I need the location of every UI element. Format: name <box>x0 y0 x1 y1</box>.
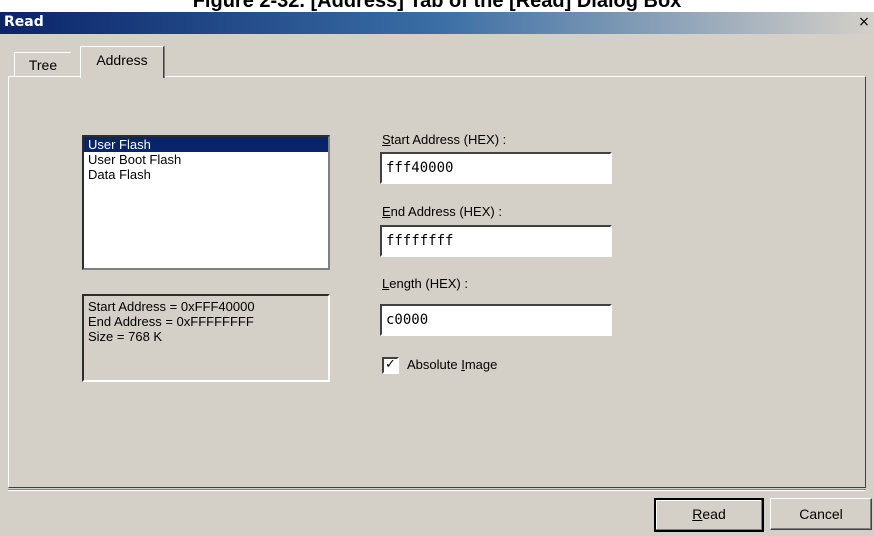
read-dialog: Tree Address User Flash User Boot Flash … <box>0 34 874 536</box>
length-label-text: ength (HEX) : <box>389 276 468 291</box>
absolute-image-option[interactable]: ✓ Absolute Image <box>382 356 498 375</box>
checkmark-icon: ✓ <box>385 357 396 373</box>
start-address-label-text: tart Address (HEX) : <box>390 132 507 147</box>
start-address-label: Start Address (HEX) : <box>382 132 506 147</box>
info-end-address: End Address = 0xFFFFFFFF <box>88 314 254 329</box>
list-item-user-flash[interactable]: User Flash <box>84 137 328 152</box>
read-button-label: ead <box>702 506 726 522</box>
title-bar: Read × <box>0 12 874 34</box>
area-info-box: Start Address = 0xFFF40000 End Address =… <box>82 294 330 382</box>
cancel-button[interactable]: Cancel <box>770 498 872 530</box>
end-address-label-text: nd Address (HEX) : <box>390 204 502 219</box>
list-item-data-flash[interactable]: Data Flash <box>84 167 328 182</box>
end-address-field[interactable]: ffffffff <box>380 225 612 257</box>
absolute-image-label-prefix: Absolute <box>407 357 462 372</box>
close-icon[interactable]: × <box>856 14 872 30</box>
read-button[interactable]: Read <box>654 498 764 532</box>
tab-tree[interactable]: Tree <box>14 52 71 77</box>
read-button-key: R <box>692 506 703 522</box>
button-divider <box>8 489 866 491</box>
absolute-image-label-rest: mage <box>464 357 498 372</box>
start-address-label-key: S <box>382 132 391 147</box>
figure-caption: Figure 2-32. [Address] Tab of the [Read]… <box>192 0 682 12</box>
end-address-label: End Address (HEX) : <box>382 204 502 219</box>
window-title: Read <box>4 14 44 30</box>
length-field[interactable]: c0000 <box>380 304 612 336</box>
info-size: Size = 768 K <box>88 329 163 344</box>
tab-address[interactable]: Address <box>80 46 164 78</box>
list-item-user-boot-flash[interactable]: User Boot Flash <box>84 152 328 167</box>
absolute-image-checkbox[interactable]: ✓ <box>382 357 399 375</box>
flash-area-list[interactable]: User Flash User Boot Flash Data Flash <box>82 135 330 270</box>
length-label: Length (HEX) : <box>382 276 468 291</box>
end-address-label-key: E <box>382 204 391 219</box>
info-start-address: Start Address = 0xFFF40000 <box>88 299 255 314</box>
start-address-field[interactable]: fff40000 <box>380 152 612 184</box>
